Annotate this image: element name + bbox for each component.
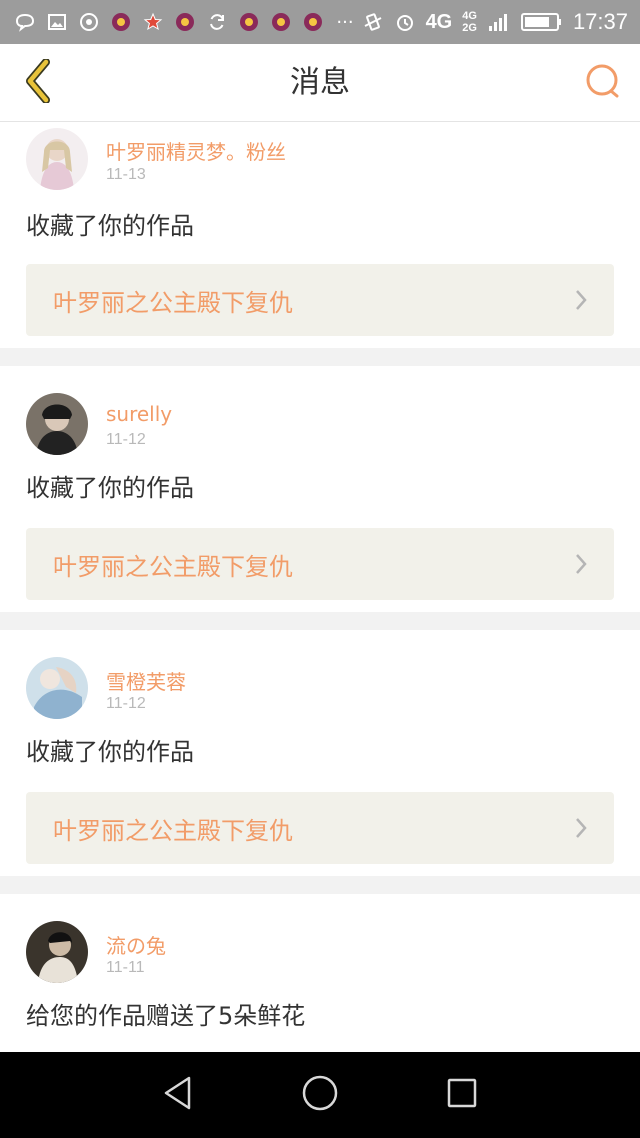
star-icon (142, 11, 164, 33)
triangle-back-icon (161, 1075, 195, 1115)
more-icon: ··· (336, 11, 354, 33)
avatar[interactable] (26, 393, 88, 455)
timestamp: 11-12 (106, 431, 146, 448)
chevron-right-icon (574, 552, 588, 580)
vibrate-icon (362, 11, 384, 33)
card-header: 叶罗丽精灵梦。粉丝 11-13 (26, 122, 614, 204)
work-title: 叶罗丽之公主殿下复仇 (53, 816, 293, 845)
app-header: 消息 (0, 44, 640, 122)
action-text: 收藏了你的作品 (26, 212, 194, 240)
username[interactable]: 叶罗丽精灵梦。粉丝 (106, 136, 286, 165)
action-text: 收藏了你的作品 (26, 474, 194, 502)
message-list[interactable]: 叶罗丽精灵梦。粉丝 11-13 收藏了你的作品 叶罗丽之公主殿下复仇 surel… (0, 122, 640, 1052)
image-icon (46, 11, 68, 33)
sync-icon (206, 11, 228, 33)
nav-recents-button[interactable] (442, 1075, 482, 1115)
system-nav-bar (0, 1052, 640, 1138)
card-header: 雪橙芙蓉 11-12 (26, 630, 614, 730)
card-header: 流の兔 11-11 (26, 894, 614, 994)
signal-icon (487, 11, 511, 33)
nav-home-button[interactable] (300, 1075, 340, 1115)
work-title: 叶罗丽之公主殿下复仇 (53, 552, 293, 581)
notification-icons: ··· (14, 0, 356, 44)
avatar[interactable] (26, 657, 88, 719)
battery-icon (520, 11, 563, 33)
network-secondary: 4G 2G (462, 10, 477, 34)
nav-back-button[interactable] (158, 1075, 198, 1115)
action-text: 收藏了你的作品 (26, 738, 194, 766)
page-title: 消息 (290, 65, 350, 100)
square-recents-icon (445, 1076, 479, 1114)
app-notification-icon (174, 11, 196, 33)
username[interactable]: 流の兔 (106, 930, 166, 959)
circle-home-icon (301, 1074, 339, 1116)
username[interactable]: 雪橙芙蓉 (106, 666, 186, 695)
chat-icon (14, 11, 36, 33)
chevron-right-icon (574, 816, 588, 844)
system-status: 4G 4G 2G 17:37 (362, 0, 628, 44)
action-text: 给您的作品赠送了5朵鲜花 (26, 1002, 306, 1030)
message-card: 叶罗丽精灵梦。粉丝 11-13 收藏了你的作品 叶罗丽之公主殿下复仇 (0, 122, 640, 348)
chevron-right-icon (574, 288, 588, 316)
username[interactable]: surelly (106, 402, 172, 426)
avatar[interactable] (26, 921, 88, 983)
network-type: 4G (425, 10, 453, 33)
app-badge-icon (78, 11, 100, 33)
app-notification-icon (270, 11, 292, 33)
alarm-icon (394, 11, 416, 33)
timestamp: 11-11 (106, 959, 145, 976)
message-card: 流の兔 11-11 给您的作品赠送了5朵鲜花 (0, 894, 640, 1052)
app-notification-icon (110, 11, 132, 33)
app-notification-icon (238, 11, 260, 33)
work-link[interactable]: 叶罗丽之公主殿下复仇 (26, 528, 614, 600)
app-notification-icon (302, 11, 324, 33)
message-card: 雪橙芙蓉 11-12 收藏了你的作品 叶罗丽之公主殿下复仇 (0, 630, 640, 876)
timestamp: 11-12 (106, 695, 146, 712)
avatar[interactable] (26, 128, 88, 190)
card-header: surelly 11-12 (26, 366, 614, 466)
search-icon (584, 62, 622, 104)
search-button[interactable] (578, 58, 628, 108)
work-title: 叶罗丽之公主殿下复仇 (53, 288, 293, 317)
clock: 17:37 (572, 9, 628, 34)
work-link[interactable]: 叶罗丽之公主殿下复仇 (26, 264, 614, 336)
status-bar: ··· 4G 4G 2G 17:37 (0, 0, 640, 44)
message-card: surelly 11-12 收藏了你的作品 叶罗丽之公主殿下复仇 (0, 366, 640, 612)
work-link[interactable]: 叶罗丽之公主殿下复仇 (26, 792, 614, 864)
timestamp: 11-13 (106, 166, 146, 183)
